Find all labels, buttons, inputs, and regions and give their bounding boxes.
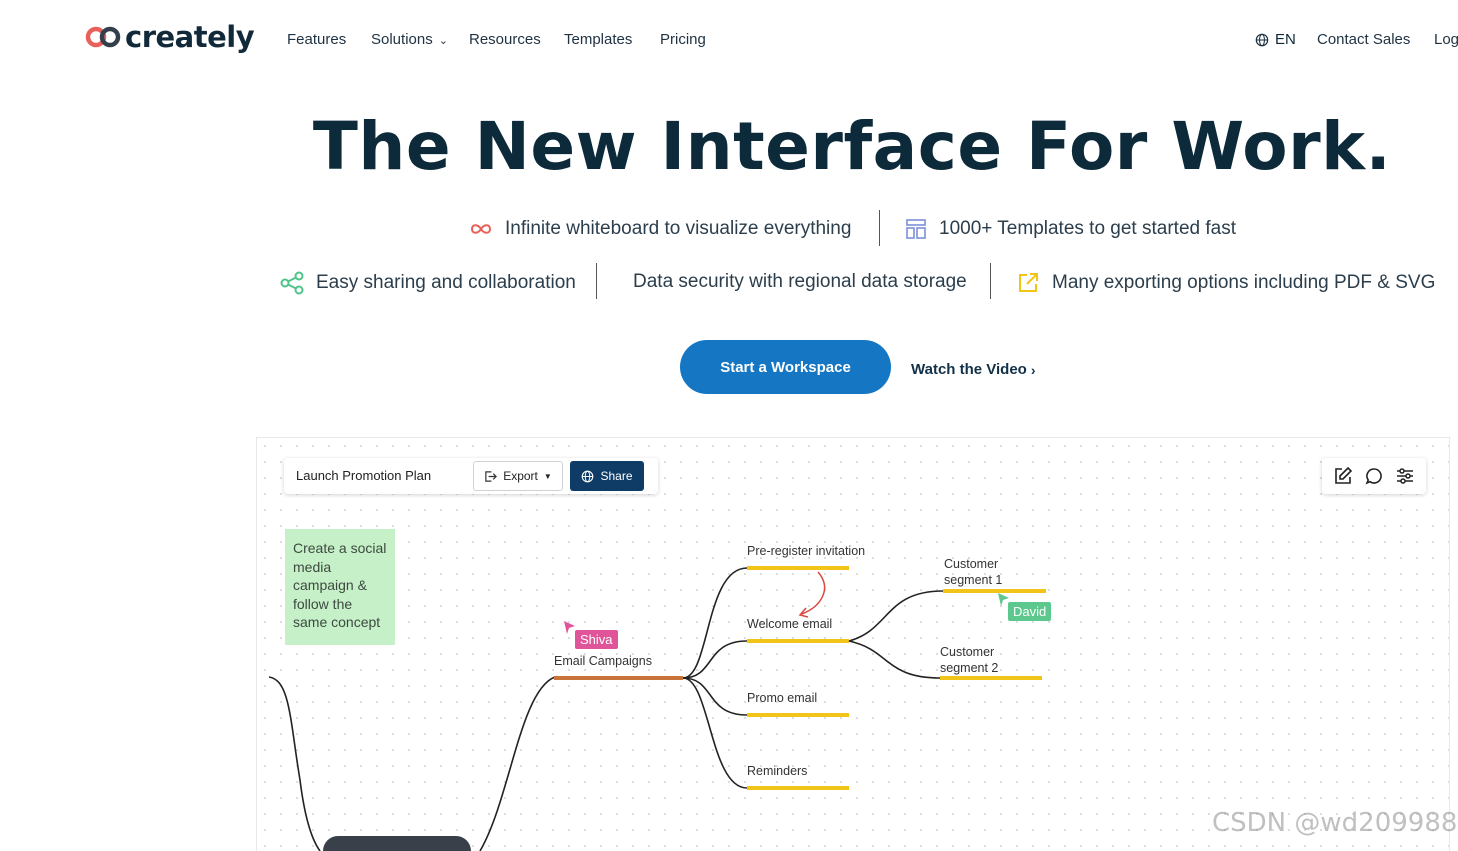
node-segment-1-line2[interactable]: segment 1 (944, 573, 1002, 587)
node-welcome[interactable]: Welcome email (747, 617, 832, 631)
node-promo[interactable]: Promo email (747, 691, 817, 705)
node-email-campaigns[interactable]: Email Campaigns (554, 654, 652, 668)
connector-pre-register (682, 567, 748, 679)
connector-segment-1 (848, 590, 944, 642)
root-node (323, 836, 471, 851)
node-pre-register[interactable]: Pre-register invitation (747, 544, 865, 558)
node-reminders[interactable]: Reminders (747, 764, 807, 778)
cursor-tag-david: David (1008, 602, 1052, 621)
mind-map-connectors (268, 566, 1046, 851)
cursor-tag-shiva: Shiva (575, 630, 618, 649)
watermark: CSDN @wd209988 (1212, 808, 1458, 838)
connector-left (268, 676, 321, 851)
connector-segment-2 (848, 640, 941, 679)
node-segment-2-line2[interactable]: segment 2 (940, 661, 998, 675)
connector-root (479, 676, 556, 851)
node-segment-1-line1[interactable]: Customer (944, 557, 998, 571)
connector-reminders (682, 677, 748, 789)
node-segment-2-line1[interactable]: Customer (940, 645, 994, 659)
shiva-cursor-icon (564, 621, 575, 634)
